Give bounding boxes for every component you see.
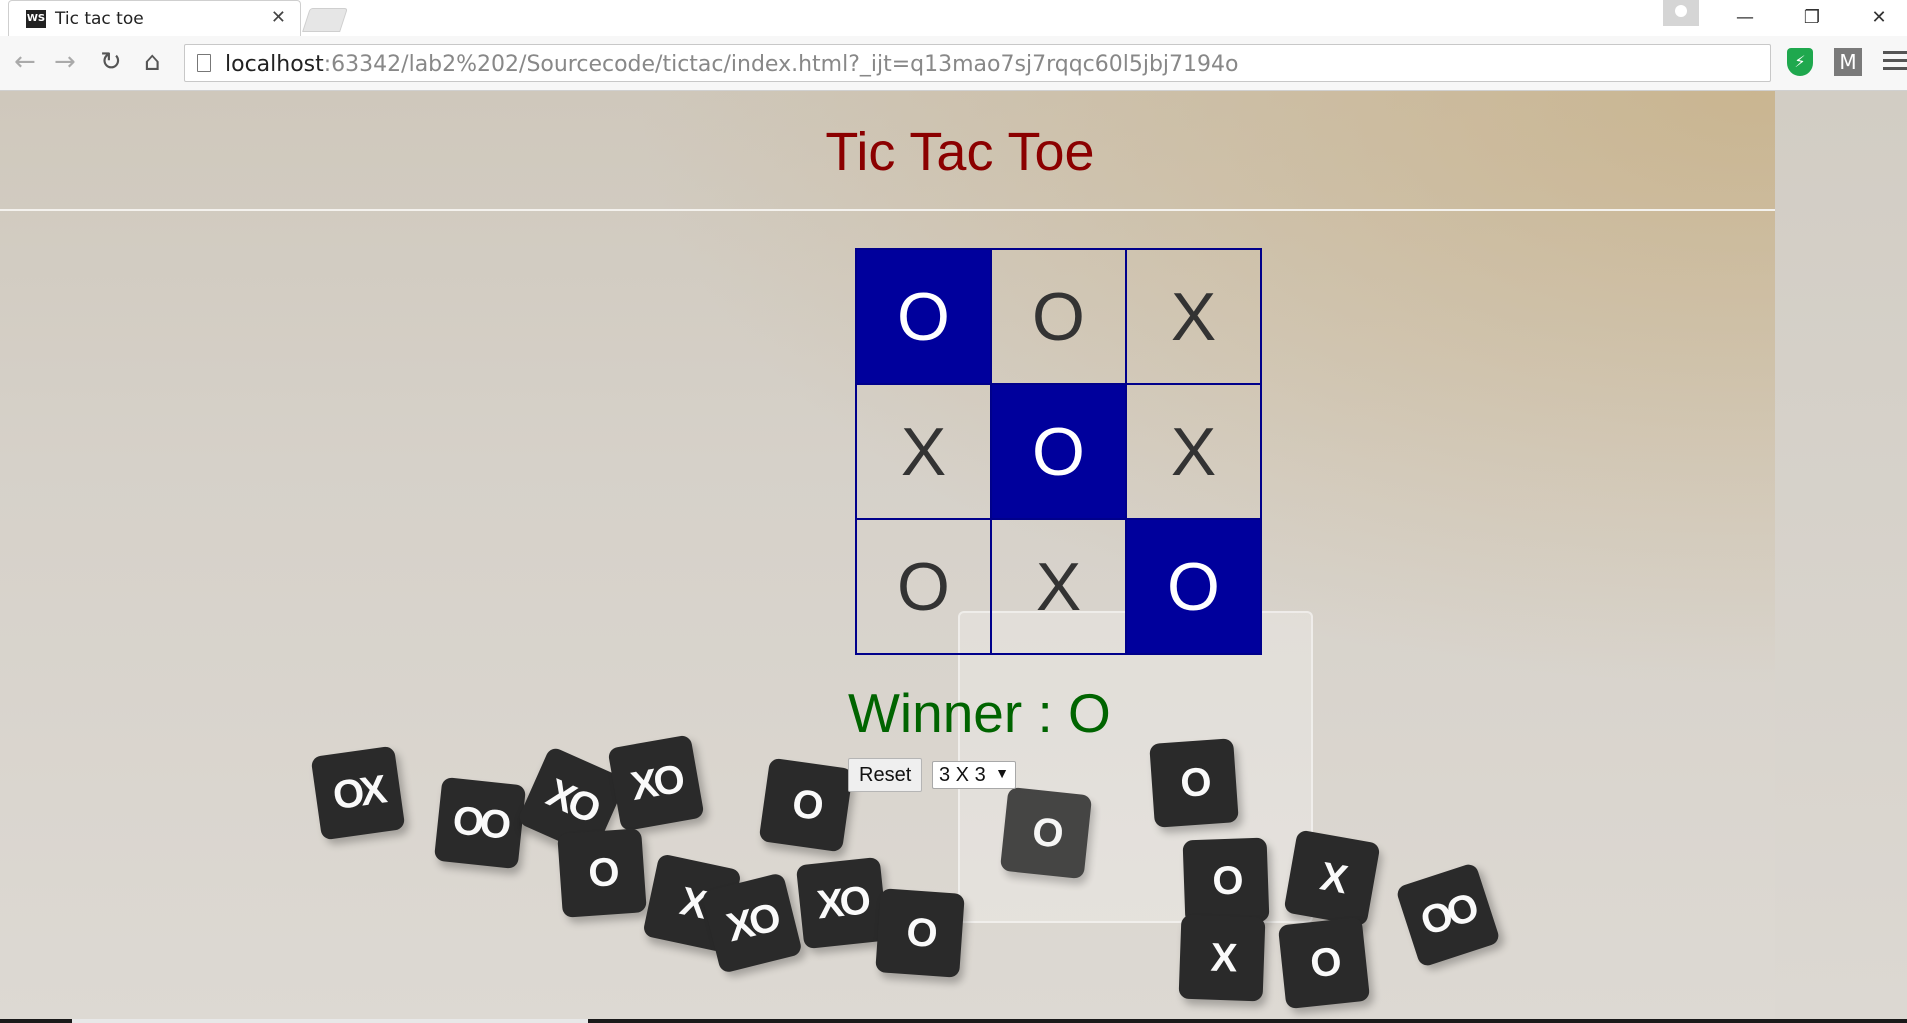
home-icon[interactable]: ⌂ <box>144 48 161 76</box>
back-icon[interactable]: ← <box>14 48 36 76</box>
die-image: XO <box>795 856 889 950</box>
profile-icon[interactable] <box>1663 0 1699 26</box>
page-title: Tic Tac Toe <box>825 122 1095 182</box>
page-margin <box>1775 91 1907 1023</box>
address-bar[interactable]: localhost:63342/lab2%202/Sourcecode/tict… <box>184 44 1771 82</box>
board-cell[interactable]: O <box>856 249 991 384</box>
menu-icon[interactable] <box>1883 51 1907 75</box>
board-cell[interactable]: O <box>991 384 1126 519</box>
reset-button[interactable]: Reset <box>848 758 923 792</box>
tab-close-icon[interactable]: ✕ <box>271 7 286 28</box>
page-content: OX OO XO XO O X XO O XO O O O O X X O OO… <box>0 91 1907 1023</box>
restore-icon[interactable]: ❐ <box>1784 0 1840 36</box>
die-image: O <box>1277 916 1371 1010</box>
board-size-value: 3 X 3 <box>939 764 986 786</box>
window-close-icon[interactable]: ✕ <box>1851 0 1907 36</box>
board-cell[interactable]: X <box>991 519 1126 654</box>
board-cell[interactable]: O <box>1126 519 1261 654</box>
board-cell[interactable]: X <box>856 384 991 519</box>
minimize-icon[interactable]: — <box>1717 0 1773 36</box>
url-text[interactable]: localhost:63342/lab2%202/Sourcecode/tict… <box>225 52 1239 77</box>
m-extension-icon[interactable]: M <box>1834 48 1862 76</box>
chevron-down-icon: ▼ <box>995 765 1009 781</box>
board-cell[interactable]: X <box>1126 384 1261 519</box>
board-cell[interactable]: O <box>991 249 1126 384</box>
winner-message: Winner : O <box>848 682 1111 744</box>
new-tab-button[interactable] <box>302 8 348 32</box>
die-image: X <box>1178 914 1266 1002</box>
die-image: XO <box>607 734 705 832</box>
tab-active[interactable]: WS Tic tac toe ✕ <box>8 0 301 36</box>
die-image: O <box>875 888 965 978</box>
die-image: XO <box>701 872 803 974</box>
die-image: O <box>758 757 854 853</box>
board-cell[interactable]: O <box>856 519 991 654</box>
die-image: O <box>1149 738 1239 828</box>
reload-icon[interactable]: ↻ <box>100 48 122 76</box>
die-image: O <box>557 828 647 918</box>
die-image: OX <box>310 745 406 841</box>
die-image: OO <box>433 776 527 870</box>
die-image: O <box>1182 837 1270 925</box>
die-image: O <box>999 786 1093 880</box>
tab-title: Tic tac toe <box>55 9 144 29</box>
bottom-scrollbar <box>0 1019 1907 1023</box>
webstorm-icon: WS <box>26 10 46 28</box>
forward-icon[interactable]: → <box>54 48 76 76</box>
browser-toolbar: ← → ↻ ⌂ localhost:63342/lab2%202/Sourcec… <box>0 36 1907 91</box>
game-board: O O X X O X O X O <box>855 248 1262 655</box>
board-size-select[interactable]: 3 X 3 ▼ <box>932 761 1016 789</box>
board-cell[interactable]: X <box>1126 249 1261 384</box>
page-icon <box>197 54 211 72</box>
shield-extension-icon[interactable]: ⚡ <box>1787 48 1813 76</box>
tab-strip: WS Tic tac toe ✕ — ❐ ✕ <box>0 0 1907 36</box>
die-image: OO <box>1395 862 1501 968</box>
die-image: X <box>1283 829 1381 927</box>
header-divider <box>0 209 1775 211</box>
